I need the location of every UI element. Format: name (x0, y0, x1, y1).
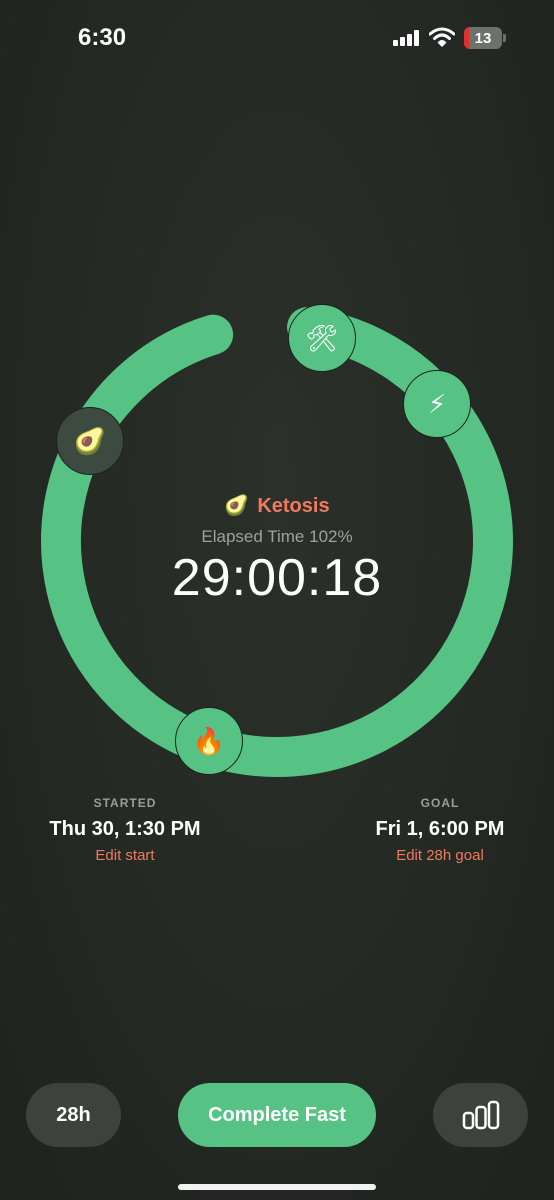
started-value: Thu 30, 1:30 PM (49, 818, 201, 840)
elapsed-time-label: Elapsed Time 102% (201, 527, 353, 546)
elapsed-timer: 29:00:18 (171, 549, 383, 607)
home-indicator (178, 1184, 376, 1190)
fast-duration-button[interactable]: 28h (26, 1083, 121, 1147)
complete-fast-button[interactable]: Complete Fast (178, 1083, 376, 1147)
goal-label: GOAL (420, 796, 460, 810)
avocado-icon[interactable]: 🥑 (56, 407, 124, 475)
wifi-icon (429, 27, 455, 47)
goal-info: GOAL Fri 1, 6:00 PM Edit 28h goal (330, 796, 550, 864)
battery-percentage: 13 (474, 29, 492, 47)
cellular-signal-icon (393, 30, 419, 46)
stats-button[interactable] (433, 1083, 528, 1147)
edit-goal-link[interactable]: Edit 28h goal (330, 847, 550, 864)
lightning-icon[interactable]: ⚡ (403, 370, 471, 438)
fasting-phase: 🥑 Ketosis (0, 493, 554, 518)
goal-value: Fri 1, 6:00 PM (375, 818, 505, 840)
started-info: STARTED Thu 30, 1:30 PM Edit start (15, 796, 235, 864)
fire-icon[interactable]: 🔥 (175, 707, 243, 775)
battery-icon: 13 (464, 27, 506, 49)
battery-level-fill (464, 27, 469, 49)
phase-label: Ketosis (257, 495, 330, 517)
status-bar: 6:30 13 (0, 0, 554, 80)
started-label: STARTED (93, 796, 157, 810)
hammer-wrench-icon[interactable]: 🛠 (288, 304, 356, 372)
avocado-icon: 🥑 (224, 495, 250, 517)
edit-start-link[interactable]: Edit start (15, 847, 235, 864)
status-time: 6:30 (78, 24, 127, 51)
bar-chart-icon (462, 1100, 499, 1130)
